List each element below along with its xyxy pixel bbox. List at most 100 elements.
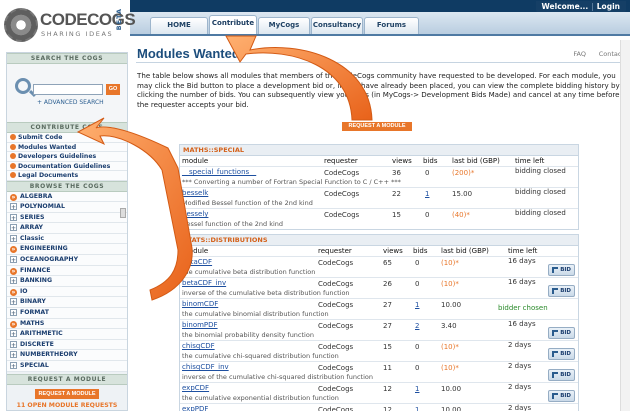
tab-forums[interactable]: Forums xyxy=(364,17,419,34)
advanced-search-link[interactable]: + ADVANCED SEARCH xyxy=(37,99,104,106)
module-link[interactable]: binomCDF xyxy=(182,300,218,308)
module-link[interactable]: betaCDF xyxy=(182,258,212,266)
welcome-link[interactable]: Welcome... xyxy=(542,2,589,11)
category-icon: » xyxy=(10,288,17,296)
open-requests-link[interactable]: 11 OPEN MODULE REQUESTS xyxy=(7,402,127,409)
bids-cell[interactable]: 1 xyxy=(415,385,419,393)
browse-item[interactable]: + POLYNOMIAL xyxy=(7,202,127,213)
browse-item[interactable]: » IO xyxy=(7,286,127,298)
table-row: binomPDF the binomial probability density… xyxy=(180,319,578,340)
module-link[interactable]: chisqCDF xyxy=(182,342,215,350)
tab-mycogs[interactable]: MyCogs xyxy=(258,17,310,34)
views-cell: 65 xyxy=(383,259,392,267)
module-link[interactable]: betaCDF_inv xyxy=(182,279,226,287)
codecogs-logo[interactable]: CODECOGS SHARING IDEAS BETA xyxy=(4,6,136,44)
bullet-icon xyxy=(10,162,16,169)
module-description: *** Converting a number of Fortran Speci… xyxy=(182,178,401,186)
browse-item[interactable]: » FINANCE xyxy=(7,265,127,277)
tab-contribute[interactable]: Contribute xyxy=(209,15,257,34)
browse-item[interactable]: + DISCRETE xyxy=(7,339,127,351)
request-module-button-main[interactable]: REQUEST A MODULE xyxy=(342,122,412,131)
browse-item[interactable]: + Classic xyxy=(7,233,127,245)
requester-cell: CodeCogs xyxy=(318,322,354,330)
bid-button-label: BID xyxy=(560,288,571,294)
bid-button[interactable]: BID xyxy=(548,390,575,402)
browse-item[interactable]: + OCEANOGRAPHY xyxy=(7,255,127,266)
browse-item[interactable]: + ARITHMETIC xyxy=(7,329,127,340)
expand-icon: + xyxy=(10,224,17,233)
contribute-list: Submit Code Modules Wanted Developers Guid… xyxy=(7,133,127,181)
category-icon: » xyxy=(10,267,17,275)
contribute-item[interactable]: Submit Code xyxy=(7,133,127,143)
module-link[interactable]: expPDF xyxy=(182,405,208,411)
bid-button[interactable]: BID xyxy=(548,285,575,297)
bid-button[interactable]: BID xyxy=(548,369,575,381)
browse-item-label: NUMBERTHEORY xyxy=(20,351,78,359)
search-go-button[interactable]: GO xyxy=(106,84,120,95)
hammer-icon xyxy=(552,372,558,378)
table-row: expPDFCodeCogs12110.002 daysBID xyxy=(180,403,578,411)
bullet-icon xyxy=(10,143,16,150)
views-cell: 15 xyxy=(383,343,392,351)
bid-button[interactable]: BID xyxy=(548,264,575,276)
module-description: the cumulative chi-squared distribution … xyxy=(182,352,339,360)
browse-item[interactable]: + SPECIAL xyxy=(7,361,127,372)
module-link[interactable]: bessely xyxy=(182,210,208,218)
browse-item-label: SPECIAL xyxy=(20,362,49,369)
browse-item[interactable]: + BANKING xyxy=(7,276,127,287)
browse-item[interactable]: » ENGINEERING xyxy=(7,244,127,256)
browse-item[interactable]: + FORMAT xyxy=(7,308,127,319)
browse-item[interactable]: » ALGEBRA xyxy=(7,191,127,203)
faq-link[interactable]: FAQ xyxy=(573,50,586,58)
browse-item[interactable]: + BINARY xyxy=(7,297,127,309)
page-scrollbar[interactable] xyxy=(620,40,630,411)
contribute-item[interactable]: Legal Documents xyxy=(7,171,127,181)
contribute-item[interactable]: Documentation Guidelines xyxy=(7,161,127,171)
column-header-bids: bids xyxy=(423,157,438,165)
request-module-button[interactable]: REQUEST A MODULE xyxy=(35,388,99,399)
expand-icon: + xyxy=(10,330,17,339)
tab-consultancy[interactable]: Consultancy xyxy=(311,17,363,34)
bids-cell[interactable]: 1 xyxy=(425,190,429,198)
sidebar-scroll-handle[interactable] xyxy=(120,208,126,218)
contribute-item[interactable]: Modules Wanted xyxy=(7,142,127,152)
module-link[interactable]: expCDF xyxy=(182,384,209,392)
module-link[interactable]: binomPDF xyxy=(182,321,218,329)
bids-cell[interactable]: 1 xyxy=(415,406,419,411)
module-link[interactable]: chisqCDF_inv xyxy=(182,363,229,371)
module-link[interactable]: __special_functions__ xyxy=(182,168,256,176)
last-bid-cell: 10.00 xyxy=(441,301,462,309)
hammer-icon xyxy=(552,330,558,336)
expand-icon: + xyxy=(10,277,17,286)
module-description: the cumulative binomial distribution fun… xyxy=(182,310,329,318)
bids-cell[interactable]: 1 xyxy=(415,301,419,309)
last-bid-cell: (10)* xyxy=(441,343,459,351)
last-bid-cell: (40)* xyxy=(452,211,470,219)
last-bid-cell: 10.00 xyxy=(441,406,462,411)
bid-button[interactable]: BID xyxy=(548,348,575,360)
column-header-last-bid: last bid (GBP) xyxy=(452,157,500,165)
category-icon: » xyxy=(10,320,17,328)
browse-item[interactable]: + NUMBERTHEORY xyxy=(7,350,127,361)
bids-cell[interactable]: 2 xyxy=(415,322,419,330)
contribute-item[interactable]: Developers Guidelines xyxy=(7,152,127,162)
browse-item[interactable]: » MATHS xyxy=(7,318,127,330)
bullet-icon xyxy=(10,153,16,159)
browse-item-label: ENGINEERING xyxy=(20,245,68,253)
login-link[interactable]: Login xyxy=(597,2,620,11)
time-left-cell: 2 days xyxy=(508,341,532,349)
requester-cell: CodeCogs xyxy=(318,301,354,309)
tab-home[interactable]: HOME xyxy=(150,17,208,34)
table-row: bessely Bessel function of the 2nd kind Co… xyxy=(180,208,578,229)
search-heading: SEARCH THE COGS xyxy=(7,53,127,64)
browse-item-label: DISCRETE xyxy=(20,340,54,348)
last-bid-cell: (10)* xyxy=(441,259,459,267)
requester-cell: CodeCogs xyxy=(318,406,354,411)
browse-item[interactable]: + SERIES xyxy=(7,212,127,224)
bid-button[interactable]: BID xyxy=(548,327,575,339)
browse-item[interactable]: + ARRAY xyxy=(7,223,127,234)
contribute-item-label: Developers Guidelines xyxy=(18,153,97,160)
table-row: chisqCDF_inv inverse of the cumulative ch… xyxy=(180,361,578,382)
module-link[interactable]: besselk xyxy=(182,189,208,197)
search-input[interactable] xyxy=(33,84,103,95)
